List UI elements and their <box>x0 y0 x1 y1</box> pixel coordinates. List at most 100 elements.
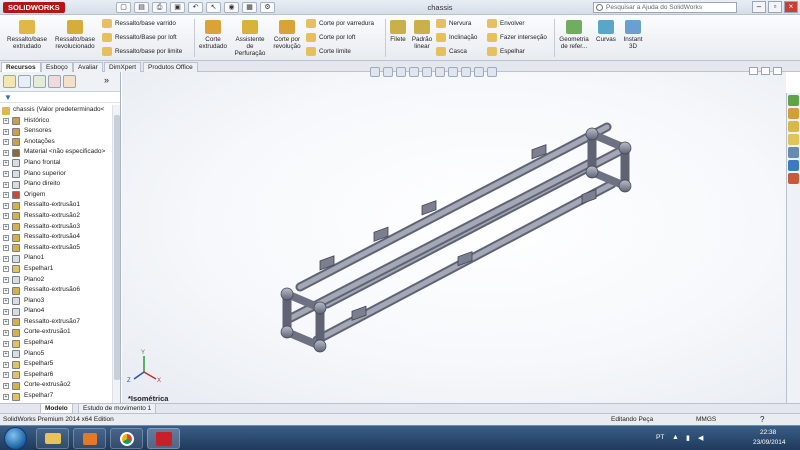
undo-icon[interactable]: ↶ <box>188 2 203 13</box>
tree-item[interactable]: + Plano frontal <box>0 158 112 169</box>
expand-icon[interactable]: + <box>3 361 9 368</box>
appearances-icon[interactable] <box>788 147 799 158</box>
expand-icon[interactable]: + <box>3 277 9 283</box>
start-button[interactable] <box>4 427 27 450</box>
display-manager-tab-icon[interactable] <box>63 75 76 88</box>
select-icon[interactable]: ↖ <box>206 2 221 13</box>
hole-wizard-button[interactable]: Assistente de Perfuração <box>232 20 268 57</box>
help-search-input[interactable]: Pesquisar a Ajuda do SolidWorks <box>593 2 737 13</box>
reference-geometry-button[interactable]: Geometria de refer... <box>556 20 592 50</box>
tab-produtos-office[interactable]: Produtos Office <box>143 62 198 72</box>
tree-item[interactable]: + Ressalto-extrusão7 <box>0 317 112 328</box>
new-document-icon[interactable]: ▢ <box>116 2 131 13</box>
explorer-taskbar-icon[interactable] <box>36 428 69 449</box>
expand-icon[interactable]: + <box>3 255 9 262</box>
expand-icon[interactable]: + <box>3 128 9 135</box>
property-manager-tab-icon[interactable] <box>18 75 31 88</box>
shell-button[interactable]: Casca <box>436 46 467 57</box>
tree-root[interactable]: chassis (Valor predeterminado< <box>0 105 112 116</box>
tree-scrollbar[interactable] <box>112 105 120 403</box>
intersect-button[interactable]: Fazer interseção <box>487 32 547 43</box>
tree-item[interactable]: + Ressalto-extrusão6 <box>0 285 112 296</box>
tab-esboco[interactable]: Esboço <box>41 62 73 72</box>
design-library-icon[interactable] <box>788 108 799 119</box>
tree-scroll-thumb[interactable] <box>114 115 120 380</box>
instant3d-button[interactable]: Instant 3D <box>620 20 646 50</box>
expand-icon[interactable]: + <box>3 118 9 125</box>
save-icon[interactable]: ▣ <box>170 2 185 13</box>
tab-avaliar[interactable]: Avaliar <box>73 62 103 72</box>
expand-icon[interactable]: + <box>3 171 9 178</box>
tree-item[interactable]: + Plano2 <box>0 275 112 286</box>
extruded-boss-button[interactable]: Ressalto/base extrudado <box>4 20 50 50</box>
tree-item[interactable]: + Espelhar4 <box>0 338 112 349</box>
clock-time[interactable]: 22:38 <box>760 429 776 436</box>
tray-arrow-icon[interactable]: ▲ <box>672 434 679 441</box>
media-player-taskbar-icon[interactable] <box>73 428 106 449</box>
expand-icon[interactable]: + <box>3 351 9 358</box>
open-folder-icon[interactable]: ▤ <box>134 2 149 13</box>
solidworks-logo[interactable]: SOLIDWORKS <box>3 2 65 13</box>
close-button[interactable]: × <box>784 1 798 13</box>
tab-dimxpert[interactable]: DimXpert <box>104 62 142 72</box>
expand-icon[interactable]: + <box>3 382 9 389</box>
revolved-boss-button[interactable]: Ressalto/base revolucionado <box>52 20 98 50</box>
extruded-cut-button[interactable]: Corte extrudado <box>197 20 229 50</box>
expand-icon[interactable]: + <box>3 192 9 199</box>
network-icon[interactable]: ▮ <box>686 434 690 442</box>
solidworks-resources-icon[interactable] <box>788 95 799 106</box>
configuration-manager-tab-icon[interactable] <box>33 75 46 88</box>
mirror-button[interactable]: Espelhar <box>487 46 525 57</box>
expand-icon[interactable]: + <box>3 287 9 294</box>
linear-pattern-button[interactable]: Padrão linear <box>409 20 435 50</box>
expand-icon[interactable]: + <box>3 329 9 336</box>
file-properties-icon[interactable]: ▦ <box>242 2 257 13</box>
tree-item[interactable]: + Plano5 <box>0 349 112 360</box>
swept-boss-button[interactable]: Ressalto/base varrido <box>102 18 176 29</box>
expand-icon[interactable]: + <box>3 393 9 400</box>
view-palette-icon[interactable] <box>788 134 799 145</box>
boundary-cut-button[interactable]: Corte limite <box>306 46 351 57</box>
feature-tree-tab-icon[interactable] <box>3 75 16 88</box>
tree-item[interactable]: + Origem <box>0 190 112 201</box>
maximize-button[interactable]: ▫ <box>768 1 782 13</box>
expand-icon[interactable]: + <box>3 139 9 146</box>
draft-button[interactable]: Inclinação <box>436 32 477 43</box>
tree-item[interactable]: + Plano3 <box>0 296 112 307</box>
clock-date[interactable]: 23/09/2014 <box>753 439 786 446</box>
tree-item[interactable]: + Ressalto-extrusão3 <box>0 222 112 233</box>
revolved-cut-button[interactable]: Corte por revolução <box>270 20 304 50</box>
minimize-button[interactable]: – <box>752 1 766 13</box>
expand-icon[interactable]: + <box>3 340 9 347</box>
loft-cut-button[interactable]: Corte por loft <box>306 32 355 43</box>
expand-icon[interactable]: + <box>3 319 9 326</box>
tree-item[interactable]: + Plano1 <box>0 253 112 264</box>
tree-item[interactable]: + Corte-extrusão1 <box>0 327 112 338</box>
expand-icon[interactable]: + <box>3 234 9 241</box>
wrap-button[interactable]: Envolver <box>487 18 525 29</box>
expand-icon[interactable]: + <box>3 245 9 252</box>
expand-icon[interactable]: + <box>3 202 9 209</box>
tree-item[interactable]: + Plano4 <box>0 306 112 317</box>
tree-item[interactable]: + Espelhar7 <box>0 391 112 402</box>
language-indicator[interactable]: PT <box>656 434 664 441</box>
tree-item[interactable]: + Ressalto-extrusão2 <box>0 211 112 222</box>
status-units[interactable]: MMGS <box>696 414 716 425</box>
tree-item[interactable]: + Plano direito <box>0 179 112 190</box>
tree-item[interactable]: + Anotações <box>0 137 112 148</box>
graphics-area[interactable]: Y X Z *Isométrica <box>122 67 786 403</box>
options-icon[interactable]: ⚙ <box>260 2 275 13</box>
boundary-boss-button[interactable]: Ressalto/base por limite <box>102 46 182 57</box>
expand-icon[interactable]: + <box>3 298 9 305</box>
file-explorer-icon[interactable] <box>788 121 799 132</box>
expand-icon[interactable]: + <box>3 181 9 188</box>
expand-icon[interactable]: + <box>3 224 9 231</box>
expand-icon[interactable]: + <box>3 160 9 167</box>
filter-icon[interactable]: ▼ <box>4 93 12 102</box>
loft-boss-button[interactable]: Ressalto/Base por loft <box>102 32 177 43</box>
rib-button[interactable]: Nervura <box>436 18 471 29</box>
expand-icon[interactable]: + <box>3 149 9 156</box>
tree-item[interactable]: + Ressalto-extrusão4 <box>0 232 112 243</box>
dimxpert-manager-tab-icon[interactable] <box>48 75 61 88</box>
custom-properties-icon[interactable] <box>788 160 799 171</box>
